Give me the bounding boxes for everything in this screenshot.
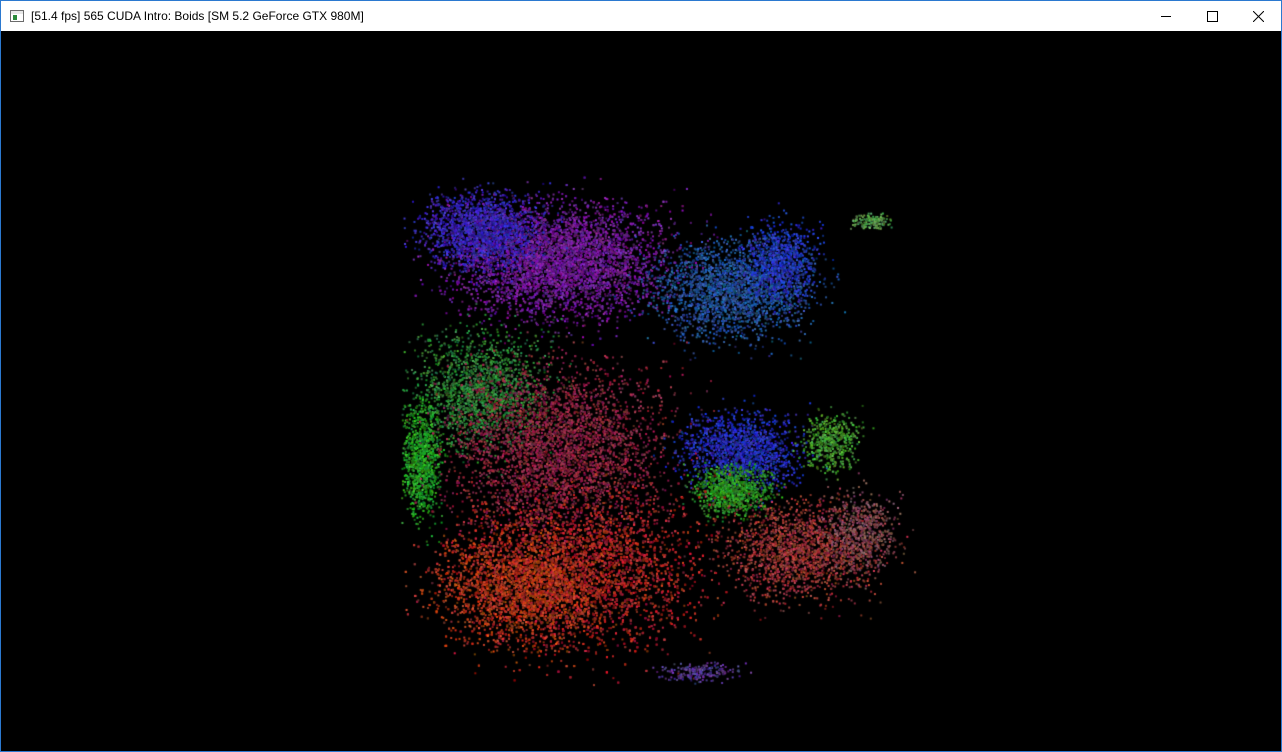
maximize-button[interactable] xyxy=(1189,1,1235,31)
boids-particle-canvas[interactable] xyxy=(1,31,1281,751)
minimize-icon xyxy=(1161,16,1171,17)
close-button[interactable] xyxy=(1235,1,1281,31)
boids-render-viewport[interactable] xyxy=(1,31,1281,751)
window-title: [51.4 fps] 565 CUDA Intro: Boids [SM 5.2… xyxy=(31,9,364,23)
window-controls xyxy=(1143,1,1281,31)
maximize-icon xyxy=(1206,10,1218,22)
application-window-icon[interactable] xyxy=(10,10,24,22)
app-window: [51.4 fps] 565 CUDA Intro: Boids [SM 5.2… xyxy=(0,0,1282,752)
close-icon xyxy=(1252,10,1264,22)
minimize-button[interactable] xyxy=(1143,1,1189,31)
title-bar[interactable]: [51.4 fps] 565 CUDA Intro: Boids [SM 5.2… xyxy=(1,1,1281,31)
